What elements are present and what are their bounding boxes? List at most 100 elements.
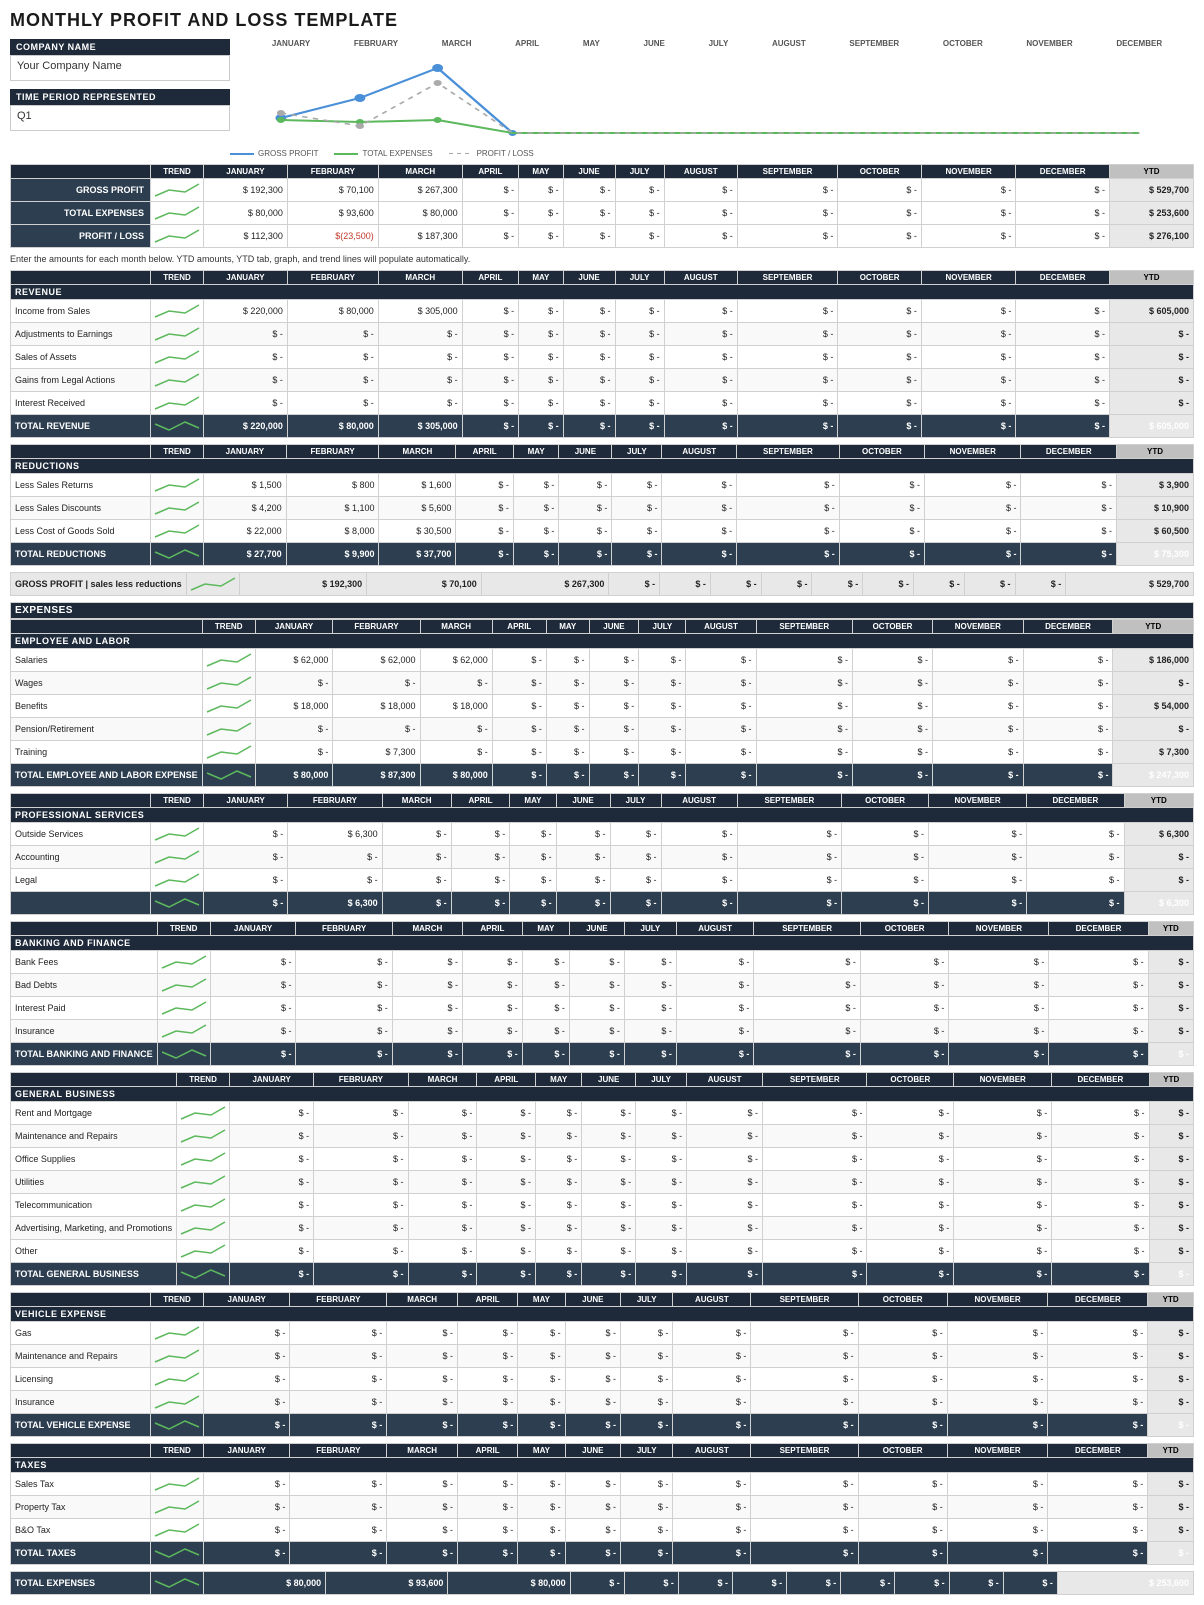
- cell-sep: $ -: [737, 823, 842, 846]
- cell-apr: $ -: [462, 951, 522, 974]
- col-month-9: OCTOBER: [838, 271, 922, 285]
- cell-oct: $ -: [867, 1125, 954, 1148]
- time-period-label: TIME PERIOD REPRESENTED: [10, 89, 230, 105]
- cell-oct: $ -: [858, 1391, 947, 1414]
- cell-jan: $ -: [204, 1391, 290, 1414]
- cell-mar: $ -: [408, 1125, 477, 1148]
- cell-jul: $ -: [610, 892, 661, 915]
- cell-jun: $ -: [559, 520, 612, 543]
- cell-jan: $ -: [204, 1496, 290, 1519]
- cell-jul: $ -: [615, 179, 664, 202]
- cell-sep: $ -: [737, 474, 840, 497]
- col-month-9: OCTOBER: [842, 794, 929, 808]
- cell-may: $ -: [518, 1345, 565, 1368]
- cell-mar: $ -: [378, 392, 462, 415]
- col-month-4: MAY: [518, 1293, 565, 1307]
- cell-nov: $ -: [925, 497, 1021, 520]
- cell-dec: $ -: [1016, 323, 1110, 346]
- col-month-3: APRIL: [458, 1293, 518, 1307]
- col-month-6: JULY: [621, 1293, 673, 1307]
- cell-feb: $ -: [290, 1519, 387, 1542]
- cell-apr: $ -: [492, 672, 546, 695]
- col-trend: TREND: [202, 620, 255, 634]
- cell-sep: $ -: [763, 1148, 867, 1171]
- cell-may: $ -: [518, 1414, 565, 1437]
- col-oct: OCTOBER: [838, 165, 922, 179]
- section-header-row: PROFESSIONAL SERVICES: [11, 808, 1194, 823]
- cell-jan: $ -: [230, 1194, 314, 1217]
- cell-jul: $ -: [615, 346, 664, 369]
- chart-months: JANUARYFEBRUARYMARCHAPRIL MAYJUNEJULYAUG…: [240, 39, 1194, 48]
- total-row: TOTAL BANKING AND FINANCE$ -$ -$ -$ -$ -…: [11, 1043, 1194, 1066]
- cell-nov: $ -: [947, 1542, 1048, 1565]
- summary-row: TOTAL EXPENSES$ 80,000$ 93,600$ 80,000$ …: [11, 202, 1194, 225]
- col-month-10: NOVEMBER: [933, 620, 1024, 634]
- cell-jan: $ 22,000: [204, 520, 287, 543]
- cell-feb: $ -: [314, 1171, 408, 1194]
- cell-ytd: $ 253,600: [1057, 1572, 1193, 1595]
- section-label: EMPLOYEE AND LABOR: [11, 634, 1194, 649]
- cell-apr: $ -: [456, 474, 514, 497]
- col-month-10: NOVEMBER: [949, 922, 1049, 936]
- company-name-input[interactable]: Your Company Name: [10, 55, 230, 81]
- row-label: Bad Debts: [11, 974, 158, 997]
- section-label: TAXES: [11, 1458, 1194, 1473]
- cell-sep: $ -: [737, 225, 838, 248]
- col-month-0: JANUARY: [204, 445, 287, 459]
- cell-oct: $ -: [842, 869, 929, 892]
- info-text: Enter the amounts for each month below. …: [10, 254, 1194, 264]
- row-label: Salaries: [11, 649, 203, 672]
- cell-jan: $ -: [210, 1043, 296, 1066]
- table-row: Less Sales Returns$ 1,500$ 800$ 1,600$ -…: [11, 474, 1194, 497]
- col-month-9: OCTOBER: [852, 620, 932, 634]
- cell-dec: $ -: [1049, 1043, 1148, 1066]
- cell-apr: $ -: [492, 649, 546, 672]
- cell-jul: $ -: [624, 974, 676, 997]
- cell-ytd: $ -: [1149, 1263, 1193, 1286]
- cell-jul: $ -: [639, 741, 686, 764]
- cell-sep: $ -: [763, 1194, 867, 1217]
- col-jan: JANUARY: [204, 165, 288, 179]
- col-month-1: FEBRUARY: [287, 271, 378, 285]
- cell-oct: $ -: [860, 974, 949, 997]
- cell-may: $ -: [522, 974, 569, 997]
- col-label: [11, 1293, 151, 1307]
- cell-sep: $ -: [763, 1102, 867, 1125]
- cell-aug: $ -: [662, 543, 737, 566]
- company-name-label: COMPANY NAME: [10, 39, 230, 55]
- cell-jan: $ -: [204, 1473, 290, 1496]
- trend-cell: [151, 892, 204, 915]
- cell-nov: $ -: [921, 346, 1015, 369]
- cell-aug: $ -: [687, 1171, 763, 1194]
- cell-jun: $ -: [582, 1240, 636, 1263]
- col-ytd: YTD: [1110, 165, 1194, 179]
- trend-cell: [151, 869, 204, 892]
- col-month-9: OCTOBER: [867, 1073, 954, 1087]
- cell-feb: $ -: [314, 1194, 408, 1217]
- cell-dec: $ -: [1016, 179, 1110, 202]
- cell-jan: $ -: [204, 1414, 290, 1437]
- row-label: TOTAL EXPENSES: [11, 202, 151, 225]
- col-month-11: DECEMBER: [1048, 1444, 1148, 1458]
- cell-dec: $ -: [1052, 1263, 1149, 1286]
- cell-nov: $ -: [947, 1519, 1048, 1542]
- cell-jul: $ -: [621, 1519, 673, 1542]
- time-period-input[interactable]: Q1: [10, 105, 230, 131]
- col-apr: APRIL: [462, 165, 518, 179]
- cell-jan: $ -: [204, 1322, 290, 1345]
- cell-apr: $ -: [492, 741, 546, 764]
- cell-dec: $ -: [1016, 392, 1110, 415]
- cell-oct: $ -: [860, 951, 949, 974]
- col-dec: DECEMBER: [1016, 165, 1110, 179]
- cell-aug: $ -: [664, 225, 737, 248]
- cell-aug: $ -: [686, 672, 756, 695]
- cell-ytd: $ -: [1113, 718, 1194, 741]
- professional-services-table: TRENDJANUARYFEBRUARYMARCHAPRILMAYJUNEJUL…: [10, 793, 1194, 915]
- row-label: Pension/Retirement: [11, 718, 203, 741]
- legend-gross-profit: GROSS PROFIT: [230, 149, 318, 158]
- col-label: [11, 794, 151, 808]
- cell-aug: $ -: [676, 1043, 753, 1066]
- col-month-5: JUNE: [582, 1073, 636, 1087]
- col-month-2: MARCH: [408, 1073, 477, 1087]
- table-row: Utilities$ -$ -$ -$ -$ -$ -$ -$ -$ -$ -$…: [11, 1171, 1194, 1194]
